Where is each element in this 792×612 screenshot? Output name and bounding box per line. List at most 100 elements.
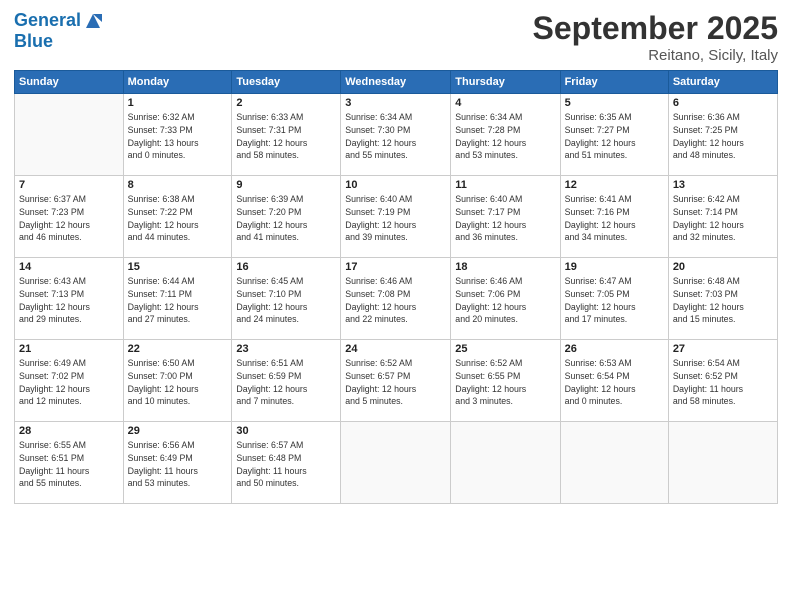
calendar-cell: 21 Sunrise: 6:49 AM Sunset: 7:02 PM Dayli…	[15, 340, 124, 422]
day-number: 14	[19, 261, 119, 273]
day-info: Sunrise: 6:54 AM Sunset: 6:52 PM Dayligh…	[673, 357, 773, 408]
day-info: Sunrise: 6:37 AM Sunset: 7:23 PM Dayligh…	[19, 193, 119, 244]
day-info: Sunrise: 6:49 AM Sunset: 7:02 PM Dayligh…	[19, 357, 119, 408]
day-info: Sunrise: 6:44 AM Sunset: 7:11 PM Dayligh…	[128, 275, 228, 326]
calendar-week-2: 7Sunrise: 6:37 AM Sunset: 7:23 PM Daylig…	[15, 176, 778, 258]
day-info: Sunrise: 6:48 AM Sunset: 7:03 PM Dayligh…	[673, 275, 773, 326]
day-number: 29	[128, 425, 228, 437]
day-number: 3	[345, 97, 446, 109]
col-fri: Friday	[560, 71, 668, 94]
calendar-cell: 3 Sunrise: 6:34 AM Sunset: 7:30 PM Daylig…	[341, 94, 451, 176]
col-tue: Tuesday	[232, 71, 341, 94]
calendar-cell: 30 Sunrise: 6:57 AM Sunset: 6:48 PM Dayli…	[232, 422, 341, 504]
day-number: 6	[673, 97, 773, 109]
calendar-cell: 15 Sunrise: 6:44 AM Sunset: 7:11 PM Dayli…	[123, 258, 232, 340]
day-number: 9	[236, 179, 336, 191]
calendar-cell: 9 Sunrise: 6:39 AM Sunset: 7:20 PM Daylig…	[232, 176, 341, 258]
calendar-cell: 27Sunrise: 6:54 AM Sunset: 6:52 PM Dayli…	[668, 340, 777, 422]
header-row: Sunday Monday Tuesday Wednesday Thursday…	[15, 71, 778, 94]
col-wed: Wednesday	[341, 71, 451, 94]
day-info: Sunrise: 6:43 AM Sunset: 7:13 PM Dayligh…	[19, 275, 119, 326]
calendar-cell	[560, 422, 668, 504]
logo: General Blue	[14, 10, 104, 52]
calendar-cell	[341, 422, 451, 504]
day-info: Sunrise: 6:46 AM Sunset: 7:08 PM Dayligh…	[345, 275, 446, 326]
day-number: 25	[455, 343, 555, 355]
calendar-cell: 25 Sunrise: 6:52 AM Sunset: 6:55 PM Dayli…	[451, 340, 560, 422]
day-info: Sunrise: 6:36 AM Sunset: 7:25 PM Dayligh…	[673, 111, 773, 162]
day-info: Sunrise: 6:41 AM Sunset: 7:16 PM Dayligh…	[565, 193, 664, 244]
calendar-cell	[15, 94, 124, 176]
day-number: 12	[565, 179, 664, 191]
day-info: Sunrise: 6:53 AM Sunset: 6:54 PM Dayligh…	[565, 357, 664, 408]
calendar-cell: 7Sunrise: 6:37 AM Sunset: 7:23 PM Daylig…	[15, 176, 124, 258]
day-info: Sunrise: 6:57 AM Sunset: 6:48 PM Dayligh…	[236, 439, 336, 490]
day-info: Sunrise: 6:50 AM Sunset: 7:00 PM Dayligh…	[128, 357, 228, 408]
day-number: 28	[19, 425, 119, 437]
day-number: 4	[455, 97, 555, 109]
day-number: 11	[455, 179, 555, 191]
calendar-cell: 29Sunrise: 6:56 AM Sunset: 6:49 PM Dayli…	[123, 422, 232, 504]
day-number: 23	[236, 343, 336, 355]
day-info: Sunrise: 6:39 AM Sunset: 7:20 PM Dayligh…	[236, 193, 336, 244]
day-number: 8	[128, 179, 228, 191]
day-info: Sunrise: 6:40 AM Sunset: 7:17 PM Dayligh…	[455, 193, 555, 244]
day-number: 30	[236, 425, 336, 437]
day-number: 24	[345, 343, 446, 355]
calendar-cell: 24Sunrise: 6:52 AM Sunset: 6:57 PM Dayli…	[341, 340, 451, 422]
calendar-cell: 14 Sunrise: 6:43 AM Sunset: 7:13 PM Dayli…	[15, 258, 124, 340]
calendar-cell: 26 Sunrise: 6:53 AM Sunset: 6:54 PM Dayli…	[560, 340, 668, 422]
calendar-cell: 2Sunrise: 6:33 AM Sunset: 7:31 PM Daylig…	[232, 94, 341, 176]
day-number: 19	[565, 261, 664, 273]
calendar-week-5: 28 Sunrise: 6:55 AM Sunset: 6:51 PM Dayli…	[15, 422, 778, 504]
calendar-cell: 8Sunrise: 6:38 AM Sunset: 7:22 PM Daylig…	[123, 176, 232, 258]
day-info: Sunrise: 6:33 AM Sunset: 7:31 PM Dayligh…	[236, 111, 336, 162]
day-info: Sunrise: 6:55 AM Sunset: 6:51 PM Dayligh…	[19, 439, 119, 490]
col-sun: Sunday	[15, 71, 124, 94]
day-info: Sunrise: 6:40 AM Sunset: 7:19 PM Dayligh…	[345, 193, 446, 244]
calendar-cell: 13 Sunrise: 6:42 AM Sunset: 7:14 PM Dayli…	[668, 176, 777, 258]
day-info: Sunrise: 6:45 AM Sunset: 7:10 PM Dayligh…	[236, 275, 336, 326]
calendar-cell: 6 Sunrise: 6:36 AM Sunset: 7:25 PM Daylig…	[668, 94, 777, 176]
day-number: 21	[19, 343, 119, 355]
calendar-cell: 19 Sunrise: 6:47 AM Sunset: 7:05 PM Dayli…	[560, 258, 668, 340]
calendar-week-1: 1 Sunrise: 6:32 AM Sunset: 7:33 PM Daylig…	[15, 94, 778, 176]
day-number: 15	[128, 261, 228, 273]
day-number: 20	[673, 261, 773, 273]
day-number: 13	[673, 179, 773, 191]
calendar-cell: 12 Sunrise: 6:41 AM Sunset: 7:16 PM Dayli…	[560, 176, 668, 258]
calendar-cell	[668, 422, 777, 504]
day-info: Sunrise: 6:42 AM Sunset: 7:14 PM Dayligh…	[673, 193, 773, 244]
day-number: 26	[565, 343, 664, 355]
calendar-cell: 5Sunrise: 6:35 AM Sunset: 7:27 PM Daylig…	[560, 94, 668, 176]
calendar-cell: 23 Sunrise: 6:51 AM Sunset: 6:59 PM Dayli…	[232, 340, 341, 422]
day-number: 18	[455, 261, 555, 273]
calendar-cell: 17 Sunrise: 6:46 AM Sunset: 7:08 PM Dayli…	[341, 258, 451, 340]
day-number: 1	[128, 97, 228, 109]
header: General Blue September 2025 Reitano, Sic…	[14, 10, 778, 64]
day-number: 5	[565, 97, 664, 109]
calendar-cell: 1 Sunrise: 6:32 AM Sunset: 7:33 PM Daylig…	[123, 94, 232, 176]
day-info: Sunrise: 6:47 AM Sunset: 7:05 PM Dayligh…	[565, 275, 664, 326]
day-info: Sunrise: 6:51 AM Sunset: 6:59 PM Dayligh…	[236, 357, 336, 408]
calendar-cell: 16 Sunrise: 6:45 AM Sunset: 7:10 PM Dayli…	[232, 258, 341, 340]
calendar-week-4: 21 Sunrise: 6:49 AM Sunset: 7:02 PM Dayli…	[15, 340, 778, 422]
calendar-cell: 10Sunrise: 6:40 AM Sunset: 7:19 PM Dayli…	[341, 176, 451, 258]
month-title: September 2025	[533, 10, 778, 47]
calendar-week-3: 14 Sunrise: 6:43 AM Sunset: 7:13 PM Dayli…	[15, 258, 778, 340]
col-sat: Saturday	[668, 71, 777, 94]
title-block: September 2025 Reitano, Sicily, Italy	[533, 10, 778, 64]
calendar-table: Sunday Monday Tuesday Wednesday Thursday…	[14, 70, 778, 504]
col-thu: Thursday	[451, 71, 560, 94]
day-info: Sunrise: 6:52 AM Sunset: 6:55 PM Dayligh…	[455, 357, 555, 408]
day-info: Sunrise: 6:34 AM Sunset: 7:30 PM Dayligh…	[345, 111, 446, 162]
day-number: 17	[345, 261, 446, 273]
calendar-cell: 11 Sunrise: 6:40 AM Sunset: 7:17 PM Dayli…	[451, 176, 560, 258]
day-number: 22	[128, 343, 228, 355]
calendar-cell: 18 Sunrise: 6:46 AM Sunset: 7:06 PM Dayli…	[451, 258, 560, 340]
day-number: 16	[236, 261, 336, 273]
calendar-cell: 20 Sunrise: 6:48 AM Sunset: 7:03 PM Dayli…	[668, 258, 777, 340]
day-info: Sunrise: 6:46 AM Sunset: 7:06 PM Dayligh…	[455, 275, 555, 326]
logo-text: General	[14, 10, 104, 32]
day-info: Sunrise: 6:32 AM Sunset: 7:33 PM Dayligh…	[128, 111, 228, 162]
